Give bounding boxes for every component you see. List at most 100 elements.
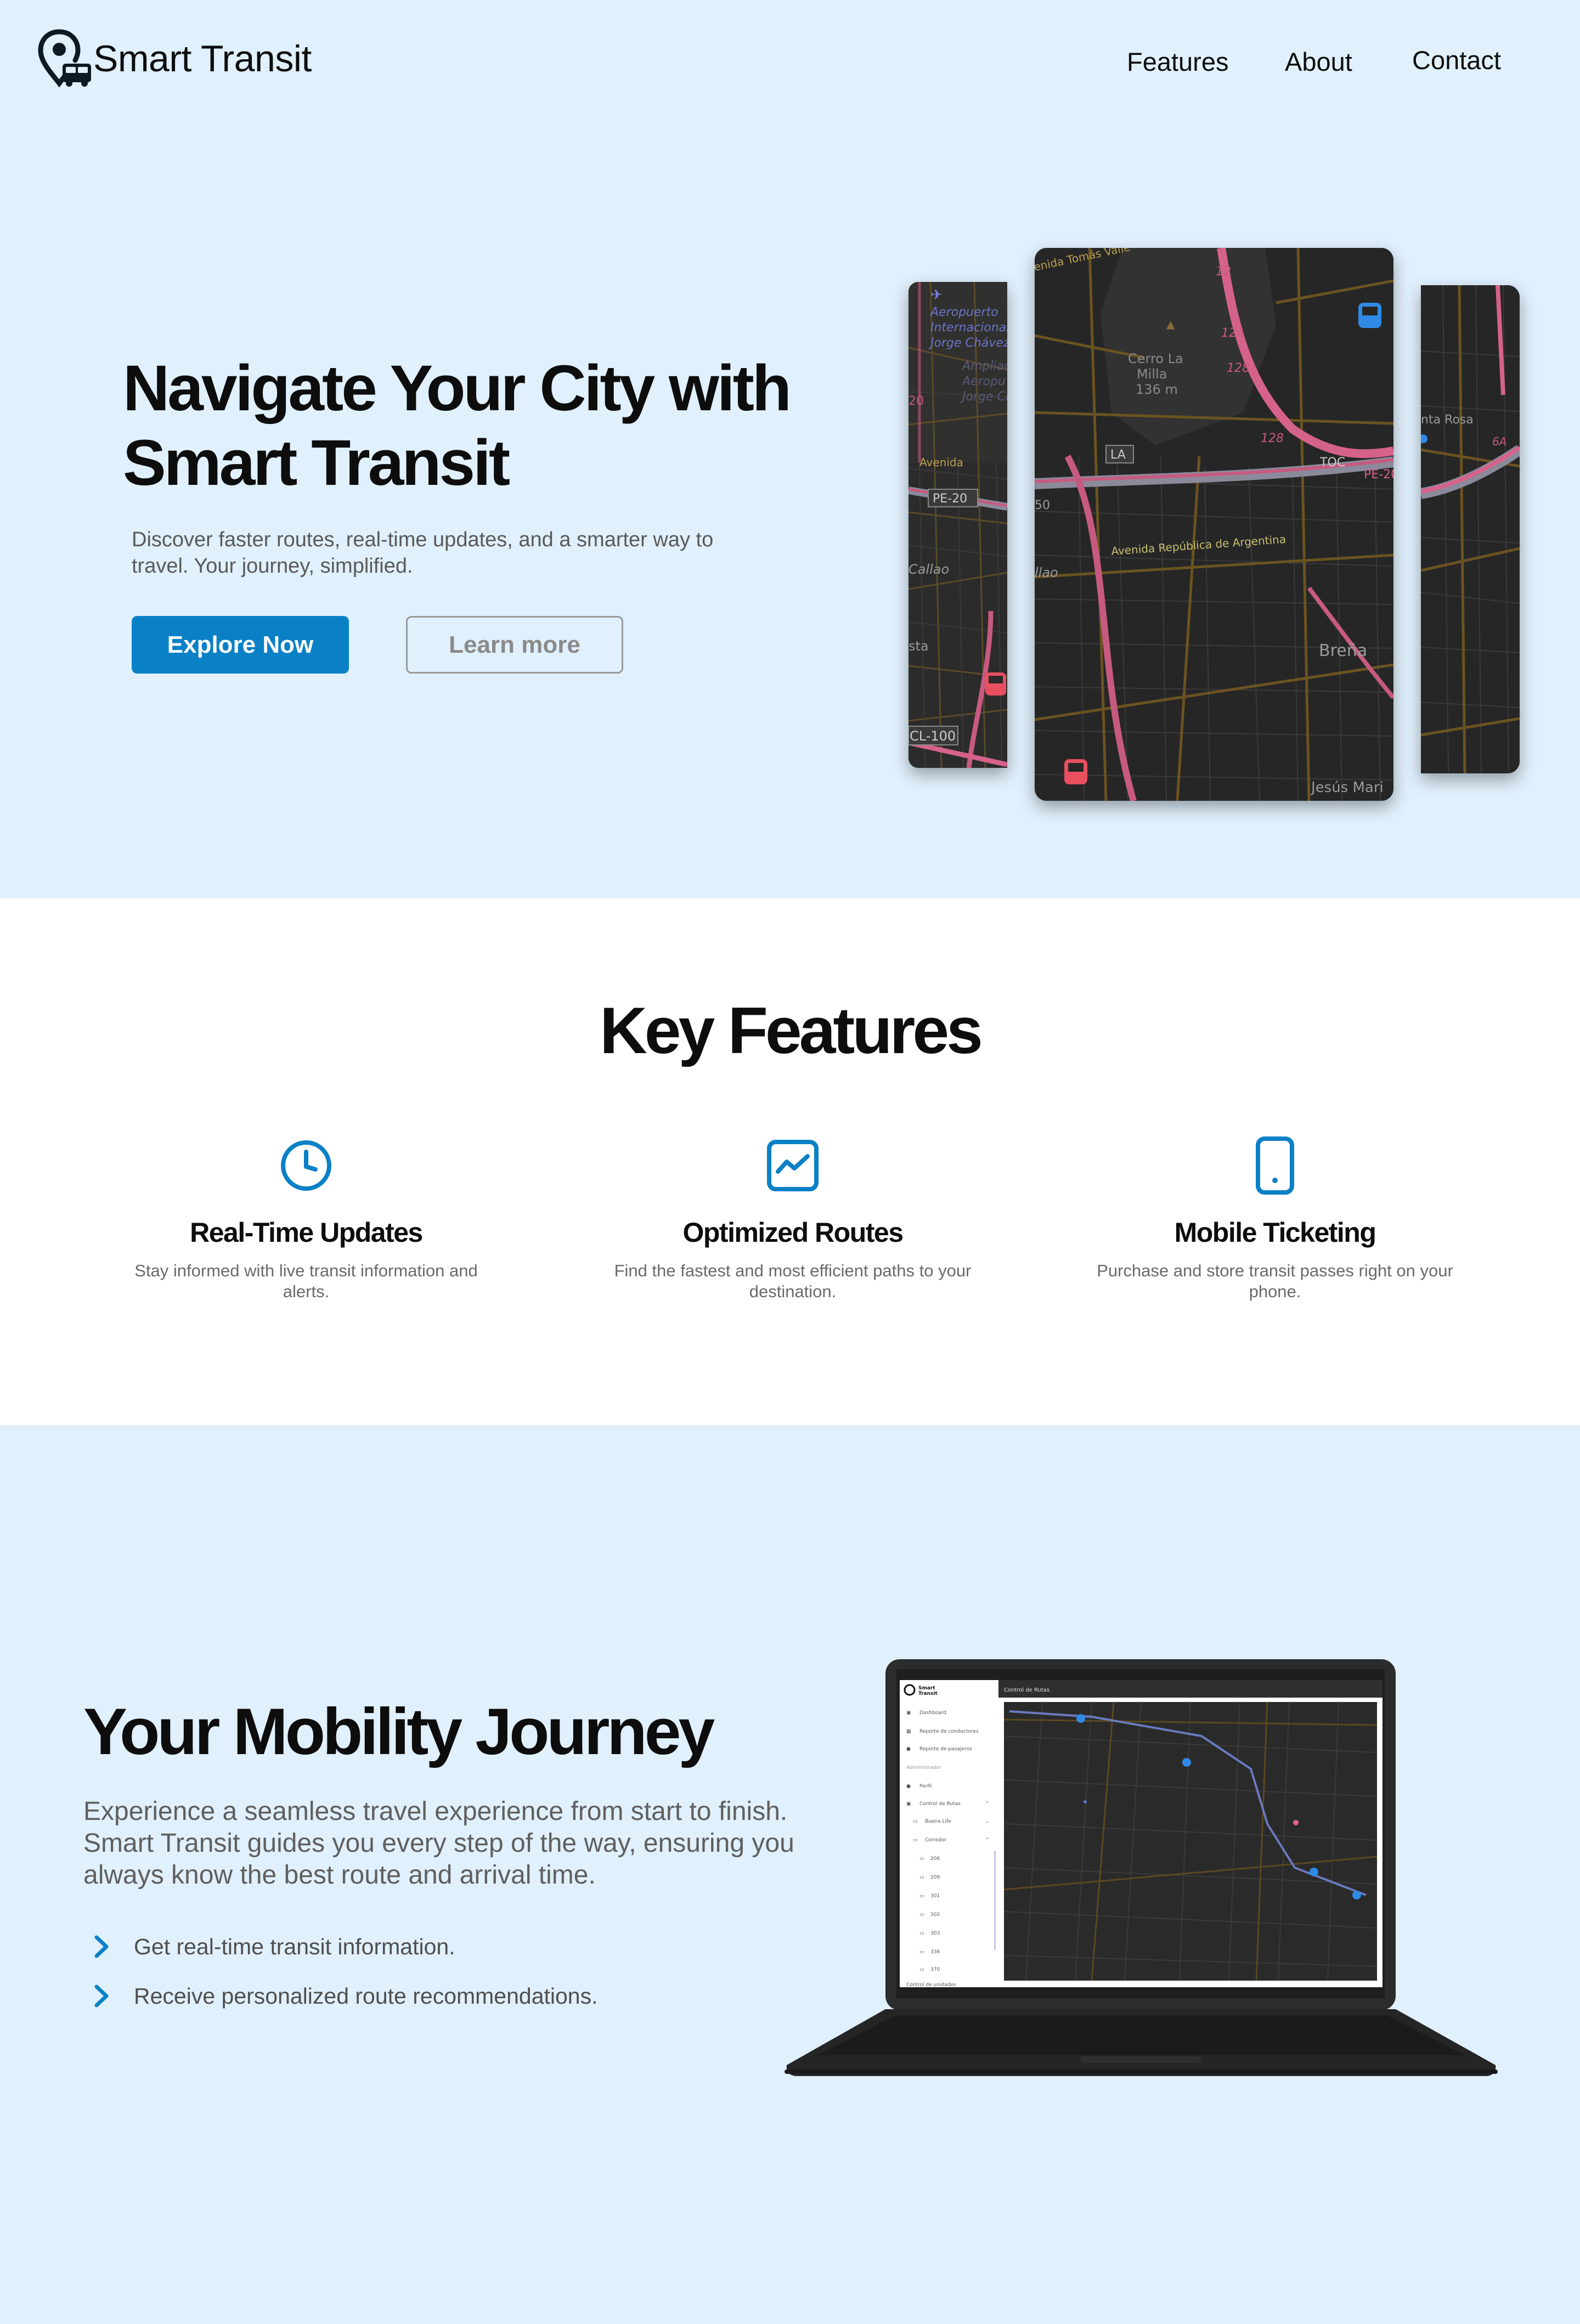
svg-text:301: 301 [930, 1893, 940, 1899]
svg-text:Internacional: Internacional [930, 321, 1007, 335]
feature-card-mobile-ticketing: Mobile Ticketing Purchase and store tran… [1066, 1135, 1483, 1302]
svg-text:▭: ▭ [919, 1912, 924, 1918]
svg-text:128: 128 [1261, 432, 1284, 445]
features-title: Key Features [600, 994, 983, 1067]
feature-card-optimized-routes: Optimized Routes Find the fastest and mo… [584, 1135, 1001, 1302]
feature-title: Optimized Routes [682, 1217, 904, 1248]
svg-text:303: 303 [930, 1931, 940, 1936]
nav-link-contact[interactable]: Contact [1412, 45, 1501, 75]
svg-text:●: ● [906, 1746, 911, 1752]
map-preview-center: enida Tomás Valle 12 12A ▲ Cerro La Mill… [1035, 248, 1393, 801]
svg-text:Smart: Smart [918, 1686, 935, 1691]
svg-text:Reporte de pasajeros: Reporte de pasajeros [919, 1746, 972, 1752]
svg-text:Ampliac: Ampliac [961, 359, 1007, 373]
hero-title: Navigate Your City with Smart Transit [123, 351, 803, 500]
map-center-graphic: enida Tomás Valle 12 12A ▲ Cerro La Mill… [1035, 248, 1393, 801]
svg-text:▭: ▭ [919, 1931, 924, 1936]
svg-text:Cerro La: Cerro La [1128, 351, 1183, 366]
svg-text:Buena Life: Buena Life [925, 1819, 951, 1824]
svg-text:●: ● [906, 1784, 911, 1789]
hero-subtitle: Discover faster routes, real-time update… [132, 528, 714, 578]
map-preview-right: nta Rosa 6A [1421, 285, 1520, 773]
svg-text:Milla: Milla [1137, 366, 1167, 382]
journey-bullet: Receive personalized route recommendatio… [88, 1982, 598, 2010]
smartphone-icon [1256, 1136, 1294, 1195]
svg-text:6A: 6A [1492, 435, 1506, 448]
brand-name: Smart Transit [93, 38, 312, 80]
bus-marker-red-icon [985, 672, 1006, 695]
svg-text:370: 370 [930, 1967, 940, 1972]
svg-text:TOC: TOC [1319, 456, 1345, 470]
bus-location-pin-icon [38, 29, 91, 88]
svg-text:▭: ▭ [913, 1837, 918, 1843]
svg-text:Jorge Chávez: Jorge Chávez [928, 336, 1007, 350]
svg-text:▭: ▭ [919, 1856, 924, 1862]
svg-text:12: 12 [1216, 265, 1231, 279]
bus-marker-red-icon [1064, 759, 1087, 784]
svg-text:Callao: Callao [909, 562, 949, 577]
clock-icon [281, 1140, 331, 1191]
explore-now-button[interactable]: Explore Now [132, 616, 349, 674]
hero-title-line-1: Navigate Your City with [123, 352, 792, 425]
feature-card-real-time: Real-Time Updates Stay informed with liv… [98, 1135, 515, 1302]
nav-link-about[interactable]: About [1285, 47, 1352, 77]
svg-text:PE-20: PE-20 [1364, 468, 1393, 482]
laptop-mockup: Smart Transit Control de Rutas ▣ Dashboar… [785, 1659, 1498, 2076]
svg-text:Dashboard: Dashboard [919, 1710, 946, 1716]
nav-link-features[interactable]: Features [1127, 47, 1228, 77]
svg-text:PE-20: PE-20 [933, 492, 967, 506]
chevron-right-icon [94, 1935, 109, 1958]
hero-title-line-2: Smart Transit [123, 427, 510, 499]
route-chart-icon [767, 1140, 819, 1191]
svg-text:Control de Rutas: Control de Rutas [919, 1801, 961, 1807]
laptop-screen: Smart Transit Control de Rutas ▣ Dashboar… [900, 1680, 1383, 1988]
svg-text:Corredor: Corredor [925, 1837, 947, 1843]
svg-text:Avenida: Avenida [919, 456, 963, 469]
brand-logo[interactable]: Smart Transit [36, 29, 312, 89]
svg-text:336: 336 [930, 1949, 940, 1955]
svg-text:llao: llao [1035, 565, 1058, 580]
map-right-graphic: nta Rosa 6A [1421, 285, 1520, 773]
svg-text:⌃: ⌃ [985, 1801, 990, 1807]
journey-description: Experience a seamless travel experience … [83, 1797, 794, 1890]
svg-text:▣: ▣ [906, 1710, 911, 1716]
svg-text:CL-100: CL-100 [910, 728, 956, 744]
svg-text:sta: sta [909, 638, 929, 654]
svg-text:Transit: Transit [918, 1691, 938, 1697]
features-section: Key Features Real-Time Updates Stay info… [0, 898, 1580, 1425]
svg-text:▣: ▣ [906, 1801, 911, 1807]
journey-bullet-text: Receive personalized route recommendatio… [134, 1983, 598, 2009]
learn-more-button[interactable]: Learn more [406, 616, 623, 674]
svg-text:209: 209 [930, 1875, 940, 1880]
svg-text:▭: ▭ [919, 1967, 924, 1972]
feature-description: Stay informed with live transit informat… [134, 1261, 478, 1301]
bus-marker-blue-icon [1358, 303, 1381, 328]
chevron-right-icon [94, 1984, 109, 2008]
feature-description: Purchase and store transit passes right … [1097, 1261, 1453, 1301]
journey-bullet-text: Get real-time transit information. [134, 1933, 455, 1959]
svg-text:136 m: 136 m [1136, 382, 1178, 397]
journey-title: Your Mobility Journey [83, 1695, 715, 1768]
svg-text:Reporte de conductores: Reporte de conductores [919, 1729, 979, 1734]
svg-text:Jorge Ch: Jorge Ch [960, 390, 1007, 404]
svg-text:▭: ▭ [919, 1893, 924, 1899]
svg-text:50: 50 [1035, 499, 1050, 512]
svg-text:nta Rosa: nta Rosa [1421, 413, 1474, 427]
svg-text:Aeropuerto: Aeropuerto [929, 306, 998, 319]
svg-text:Jesús Mari: Jesús Mari [1310, 779, 1384, 796]
svg-text:Perfil: Perfil [919, 1784, 932, 1789]
svg-text:✈: ✈ [930, 287, 943, 303]
svg-text:206: 206 [930, 1856, 940, 1862]
svg-text:▭: ▭ [919, 1949, 924, 1955]
svg-text:20: 20 [909, 394, 924, 408]
feature-title: Real-Time Updates [190, 1217, 423, 1248]
svg-text:12A: 12A [1221, 326, 1245, 340]
svg-text:LA: LA [1110, 448, 1126, 462]
svg-text:▲: ▲ [1166, 318, 1175, 331]
svg-text:▦: ▦ [906, 1729, 911, 1734]
svg-text:128: 128 [1227, 361, 1250, 375]
map-left-graphic: ✈ Aeropuerto Internacional Jorge Chávez … [909, 282, 1007, 768]
feature-description: Find the fastest and most efficient path… [614, 1261, 972, 1301]
top-navigation: Smart Transit Features About Contact [0, 0, 1580, 121]
map-preview-left: ✈ Aeropuerto Internacional Jorge Chávez … [909, 282, 1007, 768]
